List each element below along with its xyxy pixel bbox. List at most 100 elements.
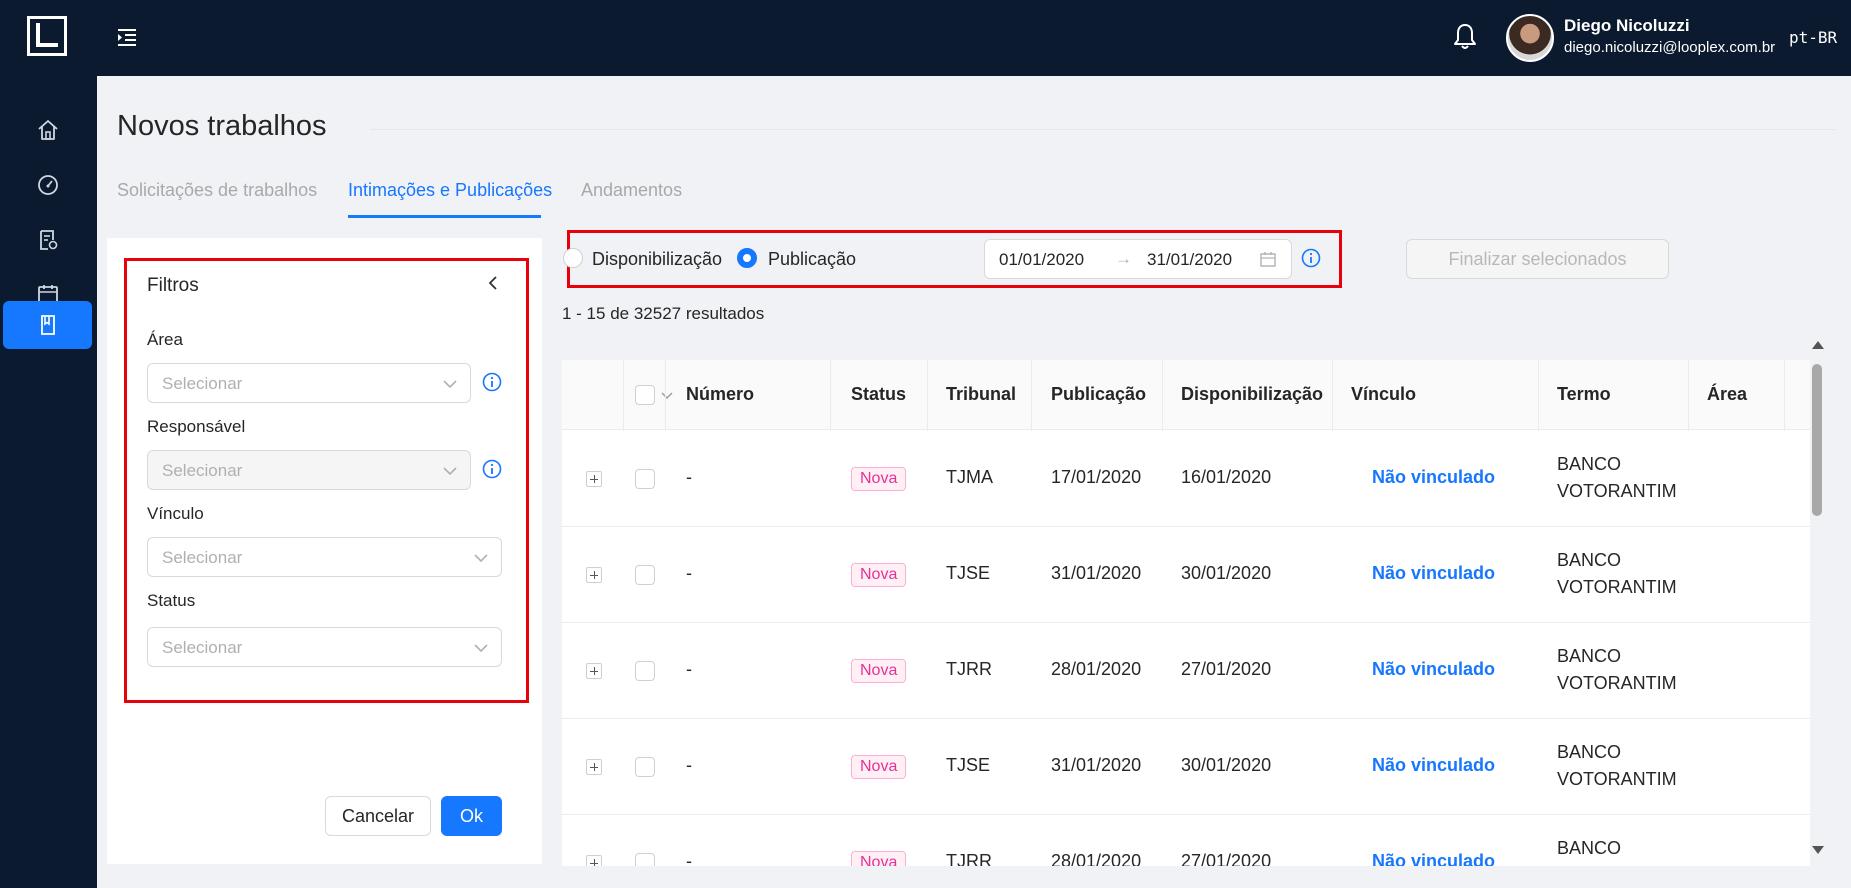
cell-publicacao: 28/01/2020 xyxy=(1051,851,1142,866)
row-checkbox[interactable] xyxy=(635,853,655,866)
column-numero[interactable]: Número xyxy=(686,384,754,405)
vinculo-link[interactable]: Não vinculado xyxy=(1372,467,1495,488)
date-from-input[interactable]: 01/01/2020 xyxy=(999,250,1084,270)
cell-termo: BANCO xyxy=(1557,646,1622,666)
vinculo-link[interactable]: Não vinculado xyxy=(1372,659,1495,680)
tab-solicitacoes[interactable]: Solicitações de trabalhos xyxy=(117,180,317,201)
top-bar: Diego Nicoluzzi diego.nicoluzzi@looplex.… xyxy=(0,0,1851,76)
notification-bell-icon[interactable] xyxy=(1452,22,1478,50)
cell-termo: VOTORANTIM xyxy=(1557,577,1677,597)
chevron-down-icon xyxy=(443,467,457,476)
vinculo-link[interactable]: Não vinculado xyxy=(1372,563,1495,584)
cell-termo: VOTORANTIM xyxy=(1557,769,1677,789)
scrollbar-thumb[interactable] xyxy=(1812,364,1822,516)
user-email: diego.nicoluzzi@looplex.com.br xyxy=(1564,39,1776,56)
column-termo[interactable]: Termo xyxy=(1557,384,1611,405)
column-tribunal[interactable]: Tribunal xyxy=(946,384,1016,405)
chevron-down-icon xyxy=(474,554,488,563)
vinculo-select[interactable]: Selecionar xyxy=(147,537,502,577)
table-row[interactable]: - Nova TJSE 31/01/2020 30/01/2020 Não vi… xyxy=(562,719,1810,815)
row-checkbox[interactable] xyxy=(635,469,655,489)
scroll-down-arrow[interactable] xyxy=(1812,846,1824,854)
responsavel-select-placeholder: Selecionar xyxy=(162,461,243,480)
tab-intimacoes[interactable]: Intimações e Publicações xyxy=(348,180,552,201)
expand-row-icon[interactable] xyxy=(586,759,602,775)
column-disponibilizacao[interactable]: Disponibilização xyxy=(1181,384,1323,405)
vinculo-select-placeholder: Selecionar xyxy=(162,548,243,567)
column-area[interactable]: Área xyxy=(1707,384,1747,405)
responsavel-label: Responsável xyxy=(147,417,246,436)
status-badge: Nova xyxy=(851,467,907,491)
table-row[interactable]: - Nova TJRR 28/01/2020 27/01/2020 Não vi… xyxy=(562,815,1810,866)
column-status[interactable]: Status xyxy=(851,384,906,405)
app-logo[interactable] xyxy=(27,16,67,56)
table-row[interactable]: - Nova TJSE 31/01/2020 30/01/2020 Não vi… xyxy=(562,527,1810,623)
status-label: Status xyxy=(147,591,196,610)
responsavel-select[interactable]: Selecionar xyxy=(147,450,471,490)
active-tab-indicator xyxy=(348,215,541,218)
language-selector[interactable]: pt-BR xyxy=(1789,28,1837,47)
expand-row-icon[interactable] xyxy=(586,567,602,583)
chevron-down-icon xyxy=(443,380,457,389)
date-info-icon[interactable] xyxy=(1301,248,1321,268)
status-badge: Nova xyxy=(851,755,907,779)
radio-disponibilizacao[interactable] xyxy=(563,248,583,268)
row-checkbox[interactable] xyxy=(635,565,655,585)
column-publicacao[interactable]: Publicação xyxy=(1051,384,1146,405)
expand-row-icon[interactable] xyxy=(586,663,602,679)
scroll-up-arrow[interactable] xyxy=(1812,341,1824,349)
cancel-button[interactable]: Cancelar xyxy=(325,796,431,836)
cell-publicacao: 28/01/2020 xyxy=(1051,659,1142,679)
filters-title: Filtros xyxy=(147,275,199,296)
tab-andamentos[interactable]: Andamentos xyxy=(581,180,682,201)
area-select-placeholder: Selecionar xyxy=(162,374,243,393)
table-row[interactable]: - Nova TJRR 28/01/2020 27/01/2020 Não vi… xyxy=(562,623,1810,719)
avatar[interactable] xyxy=(1506,14,1554,62)
ok-button[interactable]: Ok xyxy=(441,796,502,836)
cell-numero: - xyxy=(686,563,692,583)
status-badge: Nova xyxy=(851,851,907,866)
sidebar-item-dashboard[interactable] xyxy=(3,161,92,209)
cell-disponibilizacao: 30/01/2020 xyxy=(1181,563,1272,583)
expand-row-icon[interactable] xyxy=(586,855,602,866)
radio-publicacao[interactable] xyxy=(737,248,757,268)
row-checkbox[interactable] xyxy=(635,757,655,777)
cell-disponibilizacao: 27/01/2020 xyxy=(1181,851,1272,866)
cell-termo: BANCO xyxy=(1557,454,1622,474)
date-to-input[interactable]: 31/01/2020 xyxy=(1147,250,1232,270)
responsavel-info-icon[interactable] xyxy=(482,459,502,479)
cell-numero: - xyxy=(686,467,692,487)
cell-disponibilizacao: 27/01/2020 xyxy=(1181,659,1272,679)
select-all-checkbox[interactable] xyxy=(635,385,655,405)
sidebar-item-home[interactable] xyxy=(3,106,92,154)
page-title: Novos trabalhos xyxy=(117,110,327,142)
column-vinculo[interactable]: Vínculo xyxy=(1351,384,1416,405)
date-range-picker[interactable]: 01/01/2020 → 31/01/2020 xyxy=(984,239,1292,279)
radio-disponibilizacao-label[interactable]: Disponibilização xyxy=(592,249,722,270)
user-name: Diego Nicoluzzi xyxy=(1564,16,1690,35)
status-select[interactable]: Selecionar xyxy=(147,627,502,667)
sidebar-item-documents[interactable] xyxy=(3,216,92,264)
cell-publicacao: 31/01/2020 xyxy=(1051,563,1142,583)
cell-tribunal: TJRR xyxy=(946,851,992,866)
collapse-filters-icon[interactable] xyxy=(484,274,502,292)
row-checkbox[interactable] xyxy=(635,661,655,681)
vinculo-link[interactable]: Não vinculado xyxy=(1372,851,1495,866)
radio-publicacao-label[interactable]: Publicação xyxy=(768,249,856,270)
cell-tribunal: TJSE xyxy=(946,563,991,583)
cell-termo: VOTORANTIM xyxy=(1557,673,1677,693)
cell-tribunal: TJSE xyxy=(946,755,991,775)
area-select[interactable]: Selecionar xyxy=(147,363,471,403)
table-row[interactable]: - Nova TJMA 17/01/2020 16/01/2020 Não vi… xyxy=(562,431,1810,527)
menu-toggle-icon[interactable] xyxy=(116,26,138,48)
sidebar-item-publications[interactable] xyxy=(3,301,92,349)
calendar-icon xyxy=(1260,252,1276,267)
status-badge: Nova xyxy=(851,659,907,683)
cell-termo: BANCO xyxy=(1557,742,1622,762)
chevron-down-icon[interactable] xyxy=(661,391,673,401)
area-info-icon[interactable] xyxy=(482,372,502,392)
chevron-down-icon xyxy=(474,644,488,653)
expand-row-icon[interactable] xyxy=(586,471,602,487)
finalize-selected-button[interactable]: Finalizar selecionados xyxy=(1406,239,1669,279)
vinculo-link[interactable]: Não vinculado xyxy=(1372,755,1495,776)
